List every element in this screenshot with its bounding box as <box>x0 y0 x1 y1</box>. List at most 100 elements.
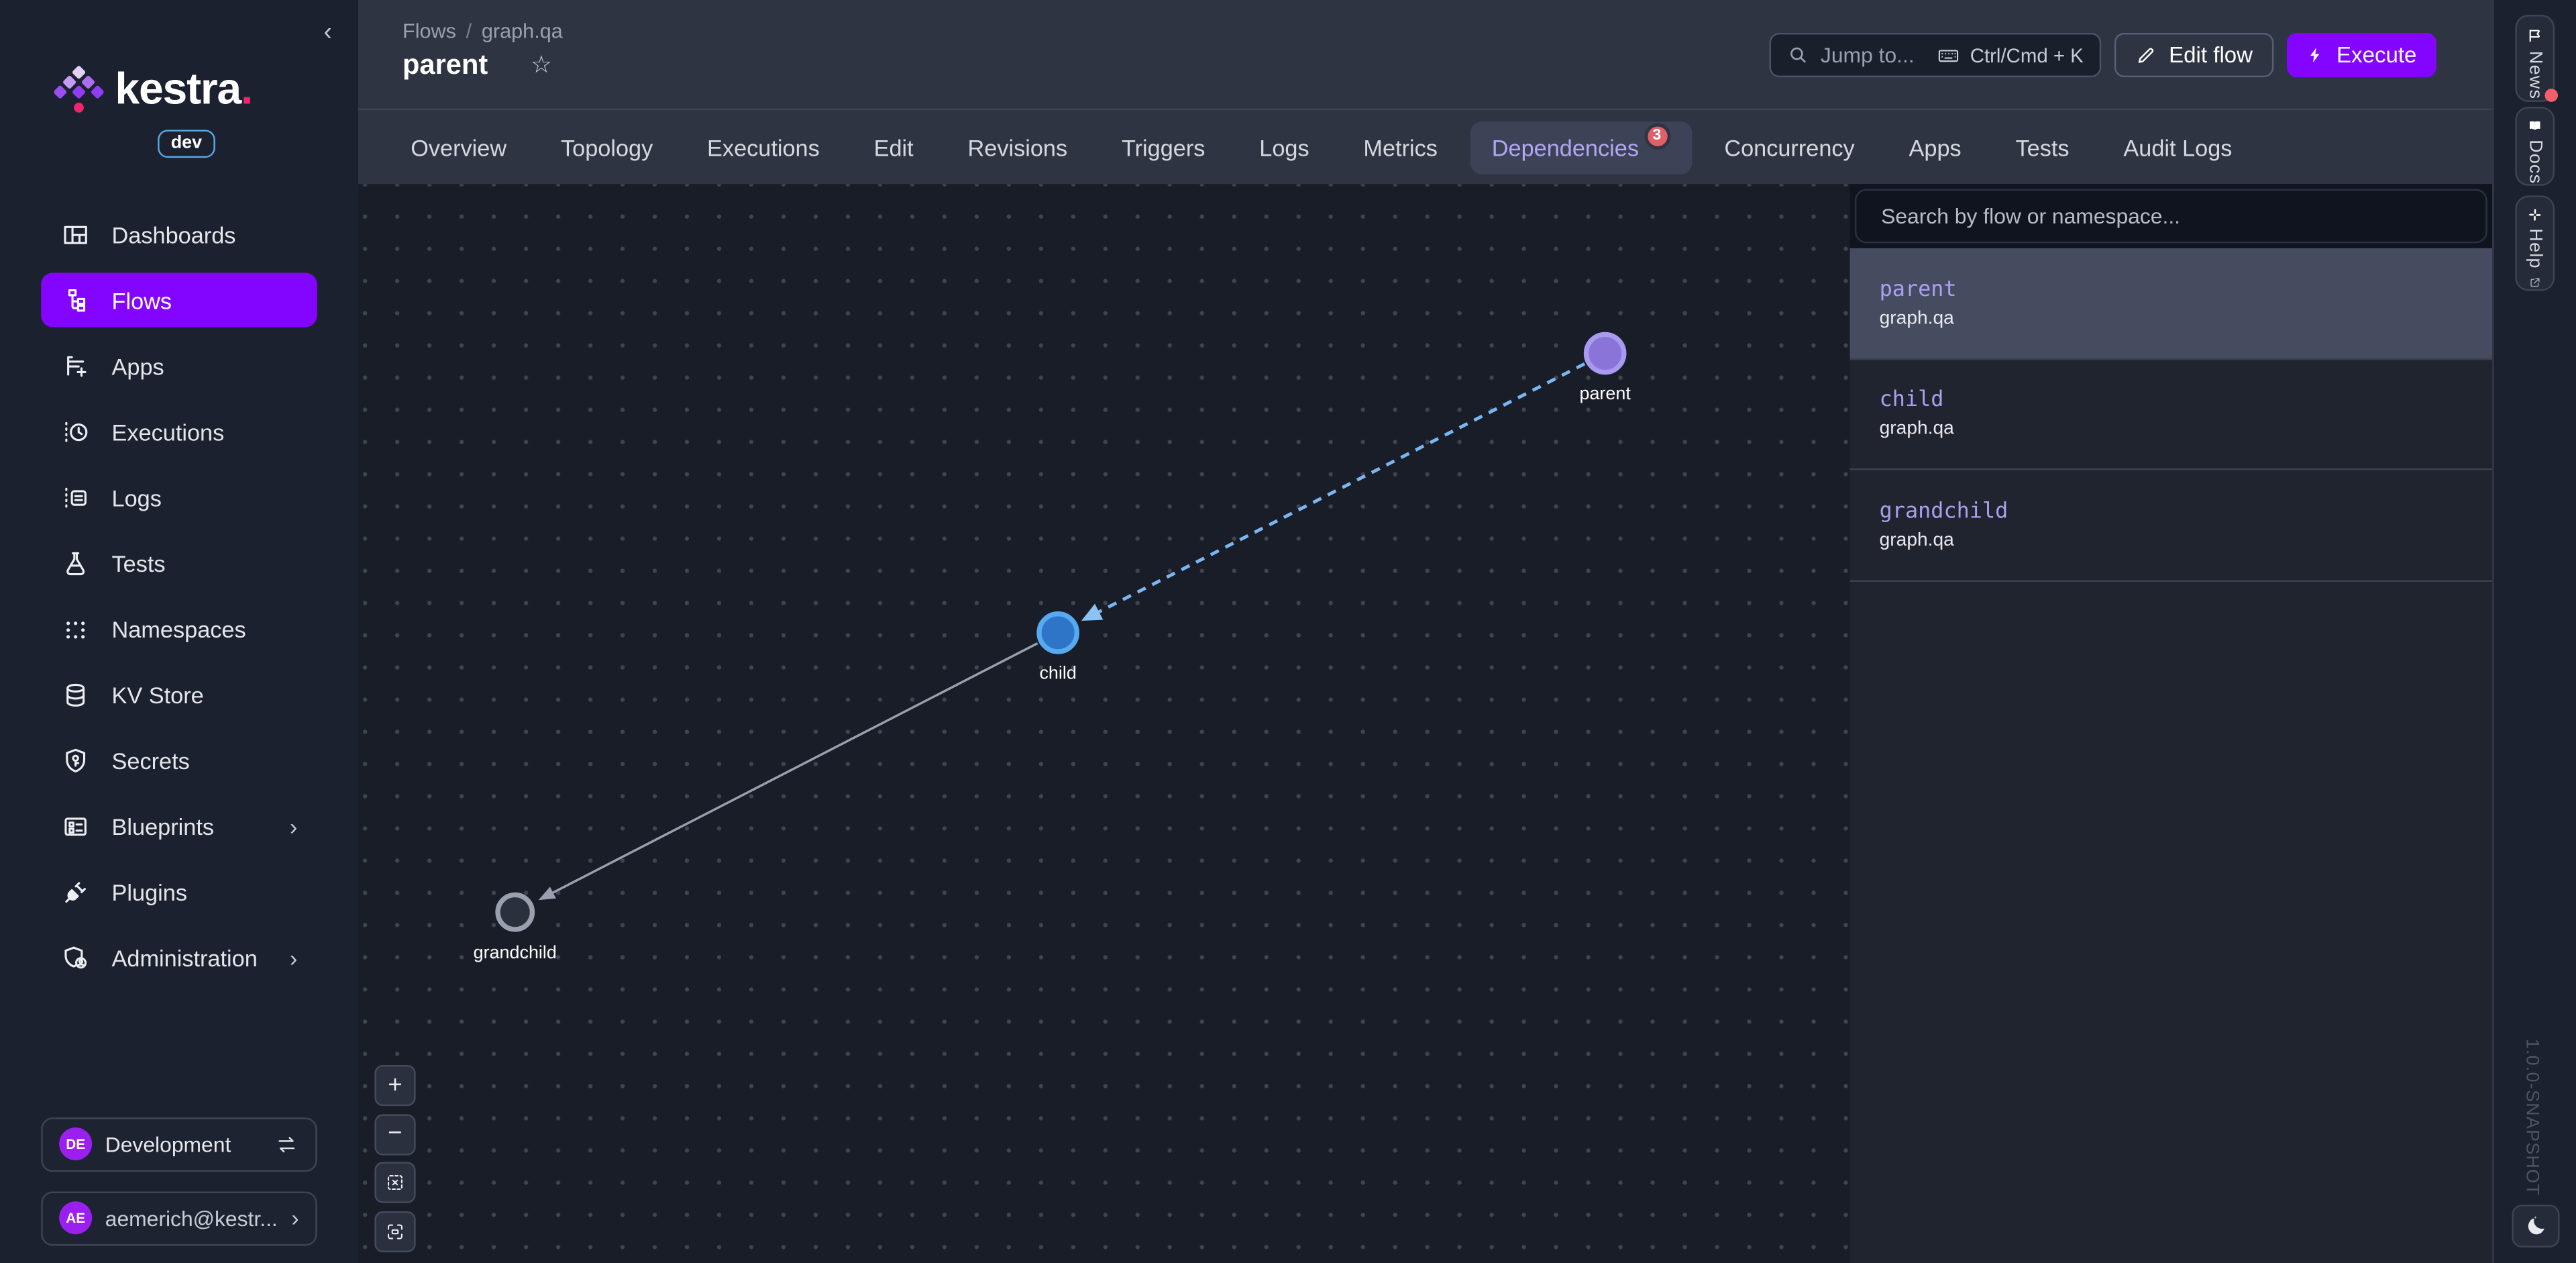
dependency-graph-canvas[interactable]: parentchildgrandchild + − <box>358 184 1850 1263</box>
sidebar-collapse-icon[interactable]: ‹ <box>323 19 331 44</box>
kestra-logo-text: kestra. <box>115 63 252 114</box>
dependency-list-item-grandchild[interactable]: grandchild graph.qa <box>1850 470 2493 580</box>
clear-selection-button[interactable] <box>374 1162 415 1203</box>
moon-icon <box>2524 1214 2547 1237</box>
secrets-icon <box>61 746 91 775</box>
bolt-icon <box>2307 44 2325 66</box>
tab-apps[interactable]: Apps <box>1888 121 1983 173</box>
edit-flow-label: Edit flow <box>2169 43 2253 68</box>
sidebar-item-flows[interactable]: Flows <box>41 273 317 327</box>
graph-zoom-controls: + − <box>374 1065 415 1252</box>
sidebar-item-tests[interactable]: Tests <box>41 536 317 590</box>
dependency-namespace: graph.qa <box>1880 419 2463 439</box>
favorite-star-icon[interactable]: ☆ <box>531 52 552 79</box>
dependencies-search-input[interactable] <box>1855 189 2487 244</box>
sidebar-item-label: Namespaces <box>112 615 246 642</box>
tab-dependencies[interactable]: Dependencies3 <box>1470 121 1691 173</box>
zoom-in-button[interactable]: + <box>374 1065 415 1106</box>
dependencies-search <box>1850 184 2493 248</box>
dependency-edge-child-grandchild <box>553 644 1037 893</box>
tab-edit[interactable]: Edit <box>853 121 935 173</box>
workspace-switcher[interactable]: DE Development <box>41 1117 317 1171</box>
workspace-avatar: DE <box>59 1127 92 1160</box>
sidebar-item-label: Plugins <box>112 878 187 905</box>
help-label: Help <box>2525 230 2544 270</box>
tab-triggers[interactable]: Triggers <box>1100 121 1226 173</box>
tab-tests[interactable]: Tests <box>1994 121 2091 173</box>
news-notification-dot <box>2544 89 2558 102</box>
logs-icon <box>61 483 91 512</box>
dependency-graph-svg: parentchildgrandchild <box>358 184 1850 1263</box>
user-name: aemerich@kestr... <box>105 1206 278 1231</box>
flow-node-grandchild[interactable] <box>498 895 532 929</box>
tab-concurrency[interactable]: Concurrency <box>1703 121 1876 173</box>
sidebar-item-namespaces[interactable]: Namespaces <box>41 601 317 656</box>
kv-store-icon <box>61 680 91 709</box>
sidebar-item-kv-store[interactable]: KV Store <box>41 667 317 721</box>
flow-node-child[interactable] <box>1039 614 1077 652</box>
flow-node-label-grandchild: grandchild <box>474 942 557 962</box>
jump-to-search[interactable]: Jump to... Ctrl/Cmd + K <box>1770 33 2102 77</box>
sidebar: ‹ kestra. dev <box>0 0 358 1263</box>
tab-topology[interactable]: Topology <box>539 121 674 173</box>
pencil-icon <box>2136 44 2157 66</box>
execute-button[interactable]: Execute <box>2288 33 2436 77</box>
dependency-list-item-child[interactable]: child graph.qa <box>1850 359 2493 470</box>
tab-metrics[interactable]: Metrics <box>1342 121 1459 173</box>
chevron-right-icon: › <box>290 814 297 837</box>
tab-executions[interactable]: Executions <box>686 121 841 173</box>
book-icon <box>2525 118 2544 133</box>
tab-audit-logs[interactable]: Audit Logs <box>2102 121 2254 173</box>
dependency-flow-name: grandchild <box>1880 499 2463 524</box>
theme-toggle-button[interactable] <box>2512 1204 2559 1247</box>
edit-flow-button[interactable]: Edit flow <box>2114 33 2274 77</box>
breadcrumb-flows[interactable]: Flows <box>402 19 456 42</box>
dependency-list-item-parent[interactable]: parent graph.qa <box>1850 248 2493 359</box>
env-badge: dev <box>158 130 215 158</box>
dependency-namespace: graph.qa <box>1880 530 2463 550</box>
sidebar-item-plugins[interactable]: Plugins <box>41 864 317 919</box>
sidebar-item-executions[interactable]: Executions <box>41 404 317 458</box>
breadcrumb-namespace[interactable]: graph.qa <box>482 19 563 42</box>
breadcrumb-separator: / <box>466 19 472 42</box>
blueprints-icon <box>61 811 91 841</box>
tab-revisions[interactable]: Revisions <box>947 121 1089 173</box>
breadcrumb: Flows / graph.qa <box>402 19 563 42</box>
sidebar-item-logs[interactable]: Logs <box>41 470 317 524</box>
news-button[interactable]: News <box>2515 15 2555 102</box>
sidebar-item-label: Administration <box>112 944 258 970</box>
workspace-name: Development <box>105 1131 231 1156</box>
sidebar-item-label: Secrets <box>112 747 190 773</box>
news-label: News <box>2525 52 2544 100</box>
docs-button[interactable]: Docs <box>2515 107 2555 186</box>
dashed-box-x-icon <box>384 1172 406 1193</box>
sidebar-item-label: Apps <box>112 352 164 378</box>
right-rail: News Docs Help 1.0.0-SNAPSHOT <box>2492 0 2576 1263</box>
sidebar-item-administration[interactable]: Administration › <box>41 930 317 984</box>
flow-node-parent[interactable] <box>1586 334 1623 372</box>
header-actions: Jump to... Ctrl/Cmd + K Edit flow Execut… <box>1770 33 2436 77</box>
administration-icon <box>61 942 91 972</box>
sidebar-item-dashboards[interactable]: Dashboards <box>41 207 317 262</box>
dependency-namespace: graph.qa <box>1880 309 2463 328</box>
user-menu[interactable]: AE aemerich@kestr... › <box>41 1191 317 1246</box>
dependencies-count-badge: 3 <box>1644 122 1670 148</box>
fit-screen-icon <box>384 1220 406 1242</box>
flow-node-label-parent: parent <box>1579 383 1631 403</box>
sidebar-item-secrets[interactable]: Secrets <box>41 733 317 787</box>
page-title: parent <box>402 49 488 82</box>
user-avatar: AE <box>59 1201 92 1234</box>
sidebar-item-label: Flows <box>112 287 172 313</box>
external-link-icon <box>2527 276 2543 289</box>
sidebar-item-apps[interactable]: Apps <box>41 338 317 393</box>
help-button[interactable]: Help <box>2515 195 2555 291</box>
tab-logs[interactable]: Logs <box>1238 121 1330 173</box>
sidebar-item-label: Executions <box>112 418 225 444</box>
tab-overview[interactable]: Overview <box>389 121 528 173</box>
zoom-out-button[interactable]: − <box>374 1113 415 1154</box>
sidebar-item-label: Blueprints <box>112 813 214 839</box>
kestra-logo[interactable]: kestra. <box>54 62 252 115</box>
fit-view-button[interactable] <box>374 1211 415 1252</box>
sidebar-item-blueprints[interactable]: Blueprints › <box>41 799 317 853</box>
apps-icon <box>61 351 91 381</box>
